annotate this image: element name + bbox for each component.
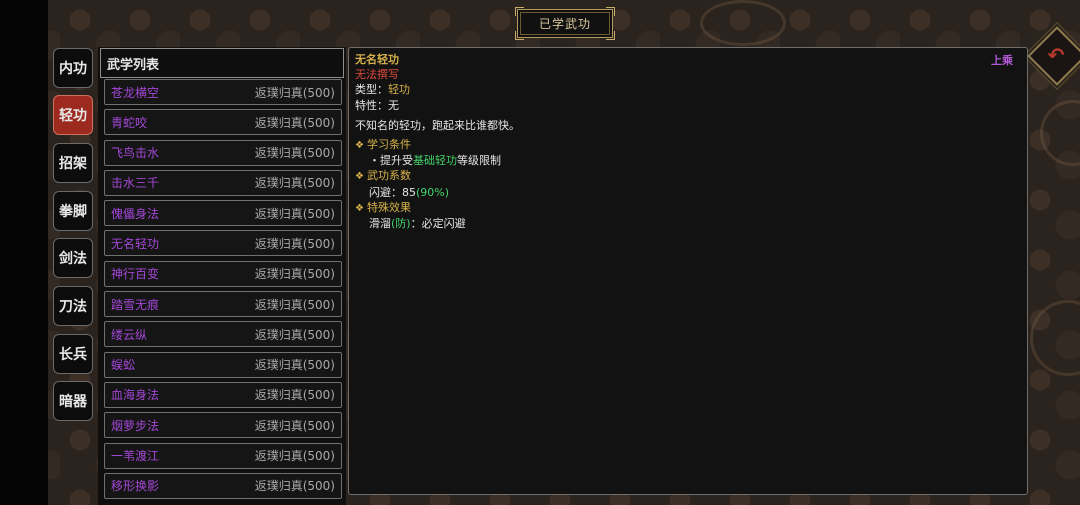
back-arrow-icon[interactable]: ↶	[1041, 40, 1071, 70]
tab-anqi[interactable]: 暗器	[53, 381, 93, 421]
learn-heading: ❖ 学习条件	[355, 138, 411, 152]
skill-name: 血海身法	[111, 388, 160, 403]
skill-name: 一苇渡江	[111, 449, 160, 464]
list-item[interactable]: 苍龙横空 返璞归真(500)	[104, 79, 342, 105]
list-item[interactable]: 踏雪无痕 返璞归真(500)	[104, 291, 342, 318]
skill-name: 青蛇咬	[111, 115, 148, 130]
window-title-plaque: 已学武功	[515, 7, 615, 40]
skill-requirement: 返璞归真(500)	[254, 327, 335, 342]
skill-name: 无名轻功	[111, 236, 160, 251]
window-title: 已学武功	[538, 17, 591, 31]
tab-neigong[interactable]: 内功	[53, 48, 93, 88]
diamond-icon: ❖	[355, 202, 364, 214]
learn-condition: ・提升受基础轻功等级限制	[369, 154, 501, 168]
list-item[interactable]: 蜈蚣 返璞归真(500)	[104, 351, 342, 378]
diamond-icon: ❖	[355, 171, 364, 183]
skill-title: 无名轻功	[355, 53, 399, 66]
coef-row: 闪避：85(90%)	[369, 185, 450, 199]
skill-name: 移形换影	[111, 479, 160, 494]
skill-description: 不知名的轻功，跑起来比谁都快。	[355, 118, 520, 132]
coef-heading: ❖ 武功系数	[355, 169, 411, 183]
effect-heading: ❖ 特殊效果	[355, 200, 411, 214]
tab-zhaojia[interactable]: 招架	[53, 143, 93, 183]
type-row: 类型：轻功	[355, 83, 410, 97]
skill-requirement: 返璞归真(500)	[254, 449, 335, 464]
skill-requirement: 返璞归真(500)	[254, 418, 335, 433]
list-item[interactable]: 击水三千 返璞归真(500)	[104, 169, 342, 196]
diamond-icon: ❖	[355, 140, 364, 152]
skill-requirement: 返璞归真(500)	[254, 479, 335, 494]
skill-list[interactable]: 苍龙横空 返璞归真(500) 青蛇咬 返璞归真(500) 飞鸟击水 返璞归真(500)…	[104, 79, 342, 505]
skill-requirement: 返璞归真(500)	[254, 236, 335, 251]
list-item[interactable]: 一苇渡江 返璞归真(500)	[104, 442, 342, 469]
skill-name: 击水三千	[111, 176, 160, 191]
skill-name: 傀儡身法	[111, 206, 160, 221]
list-item[interactable]: 飞鸟击水 返璞归真(500)	[104, 139, 342, 166]
skill-name: 踏雪无痕	[111, 297, 160, 312]
skill-requirement: 返璞归真(500)	[254, 297, 335, 312]
skill-name: 神行百变	[111, 267, 160, 282]
skill-requirement: 返璞归真(500)	[254, 146, 335, 161]
skill-requirement: 返璞归真(500)	[254, 388, 335, 403]
left-edge	[0, 0, 48, 505]
skill-requirement: 返璞归真(500)	[254, 85, 335, 100]
trait-row: 特性：无	[355, 98, 399, 112]
skill-list-header: 武学列表	[100, 48, 344, 78]
skill-detail-content: 无名轻功 无法撰写 类型：轻功 特性：无 不知名的轻功，跑起来比谁都快。 ❖ 学习…	[355, 52, 1015, 231]
list-item[interactable]: 血海身法 返璞归真(500)	[104, 381, 342, 408]
warning-text: 无法撰写	[355, 68, 399, 82]
list-item[interactable]: 神行百变 返璞归真(500)	[104, 260, 342, 287]
skill-requirement: 返璞归真(500)	[254, 115, 335, 130]
tab-daofa[interactable]: 刀法	[53, 286, 93, 326]
tab-jianfa[interactable]: 剑法	[53, 238, 93, 278]
list-item[interactable]: 缕云纵 返璞归真(500)	[104, 321, 342, 348]
skill-requirement: 返璞归真(500)	[254, 358, 335, 373]
list-item[interactable]: 傀儡身法 返璞归真(500)	[104, 200, 342, 227]
skill-requirement: 返璞归真(500)	[254, 206, 335, 221]
decor-swirl	[700, 0, 786, 46]
list-item[interactable]: 青蛇咬 返璞归真(500)	[104, 109, 342, 136]
skill-requirement: 返璞归真(500)	[254, 267, 335, 282]
effect-row: 滑溜(防)：必定闪避	[369, 217, 466, 231]
skill-name: 烟萝步法	[111, 418, 160, 433]
type-value: 轻功	[388, 83, 410, 97]
list-item[interactable]: 无名轻功 返璞归真(500)	[104, 230, 342, 257]
skill-requirement: 返璞归真(500)	[254, 176, 335, 191]
skill-name: 苍龙横空	[111, 85, 160, 100]
list-item[interactable]: 移形换影 返璞归真(500)	[104, 472, 342, 499]
skill-name: 飞鸟击水	[111, 146, 160, 161]
list-item[interactable]: 烟萝步法 返璞归真(500)	[104, 412, 342, 439]
tab-quanjiao[interactable]: 拳脚	[53, 191, 93, 231]
skill-name: 缕云纵	[111, 327, 148, 342]
tab-qinggong[interactable]: 轻功	[53, 95, 93, 135]
trait-value: 无	[388, 98, 399, 112]
tab-changbing[interactable]: 长兵	[53, 334, 93, 374]
skill-name: 蜈蚣	[111, 358, 136, 373]
